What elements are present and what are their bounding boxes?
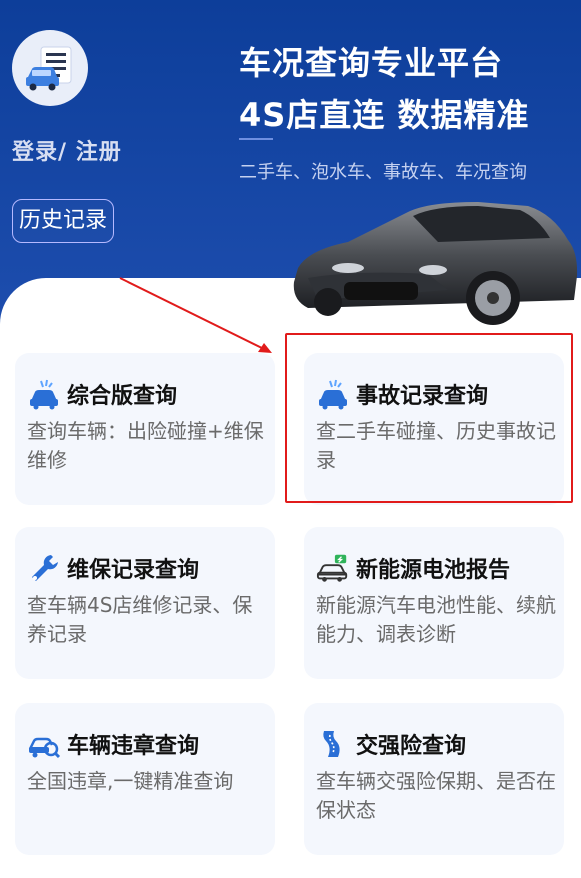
card-title: 新能源电池报告 <box>356 558 511 583</box>
car-crash-icon <box>27 377 61 411</box>
headline-line1: 车况查询专业平台 <box>239 44 504 82</box>
card-maintenance-record-query[interactable]: 维保记录查询 查车辆4S店维修记录、保养记录 <box>15 527 275 679</box>
divider <box>239 138 273 140</box>
card-description: 新能源汽车电池性能、续航能力、调表诊断 <box>316 593 556 646</box>
annotation-highlight-box <box>285 333 573 503</box>
card-traffic-violation-query[interactable]: 车辆违章查询 全国违章,一键精准查询 <box>15 703 275 855</box>
avatar[interactable] <box>12 30 88 106</box>
car-search-icon <box>27 727 61 761</box>
card-comprehensive-query[interactable]: 综合版查询 查询车辆：出险碰撞+维保维修 <box>15 353 275 505</box>
login-register-link[interactable]: 登录/ 注册 <box>12 134 122 166</box>
road-shield-icon <box>316 727 350 761</box>
card-description: 查车辆4S店维修记录、保养记录 <box>27 593 253 646</box>
card-title: 维保记录查询 <box>67 558 200 583</box>
sports-car-image <box>293 202 578 325</box>
headline-line2: 4S店直连 数据精准 <box>239 96 530 134</box>
card-description: 查车辆交强险保期、是否在保状态 <box>316 769 556 822</box>
card-description: 查询车辆：出险碰撞+维保维修 <box>27 419 264 472</box>
card-title: 综合版查询 <box>67 384 178 409</box>
subtitle: 二手车、泡水车、事故车、车况查询 <box>239 162 527 183</box>
wrench-icon <box>27 551 61 585</box>
car-report-icon <box>26 46 72 91</box>
ev-car-icon <box>316 551 350 585</box>
card-title: 交强险查询 <box>356 734 467 759</box>
card-ev-battery-report[interactable]: 新能源电池报告 新能源汽车电池性能、续航能力、调表诊断 <box>304 527 564 679</box>
card-compulsory-insurance-query[interactable]: 交强险查询 查车辆交强险保期、是否在保状态 <box>304 703 564 855</box>
card-description: 全国违章,一键精准查询 <box>27 769 234 793</box>
history-button[interactable]: 历史记录 <box>12 199 115 243</box>
card-title: 车辆违章查询 <box>67 734 200 759</box>
